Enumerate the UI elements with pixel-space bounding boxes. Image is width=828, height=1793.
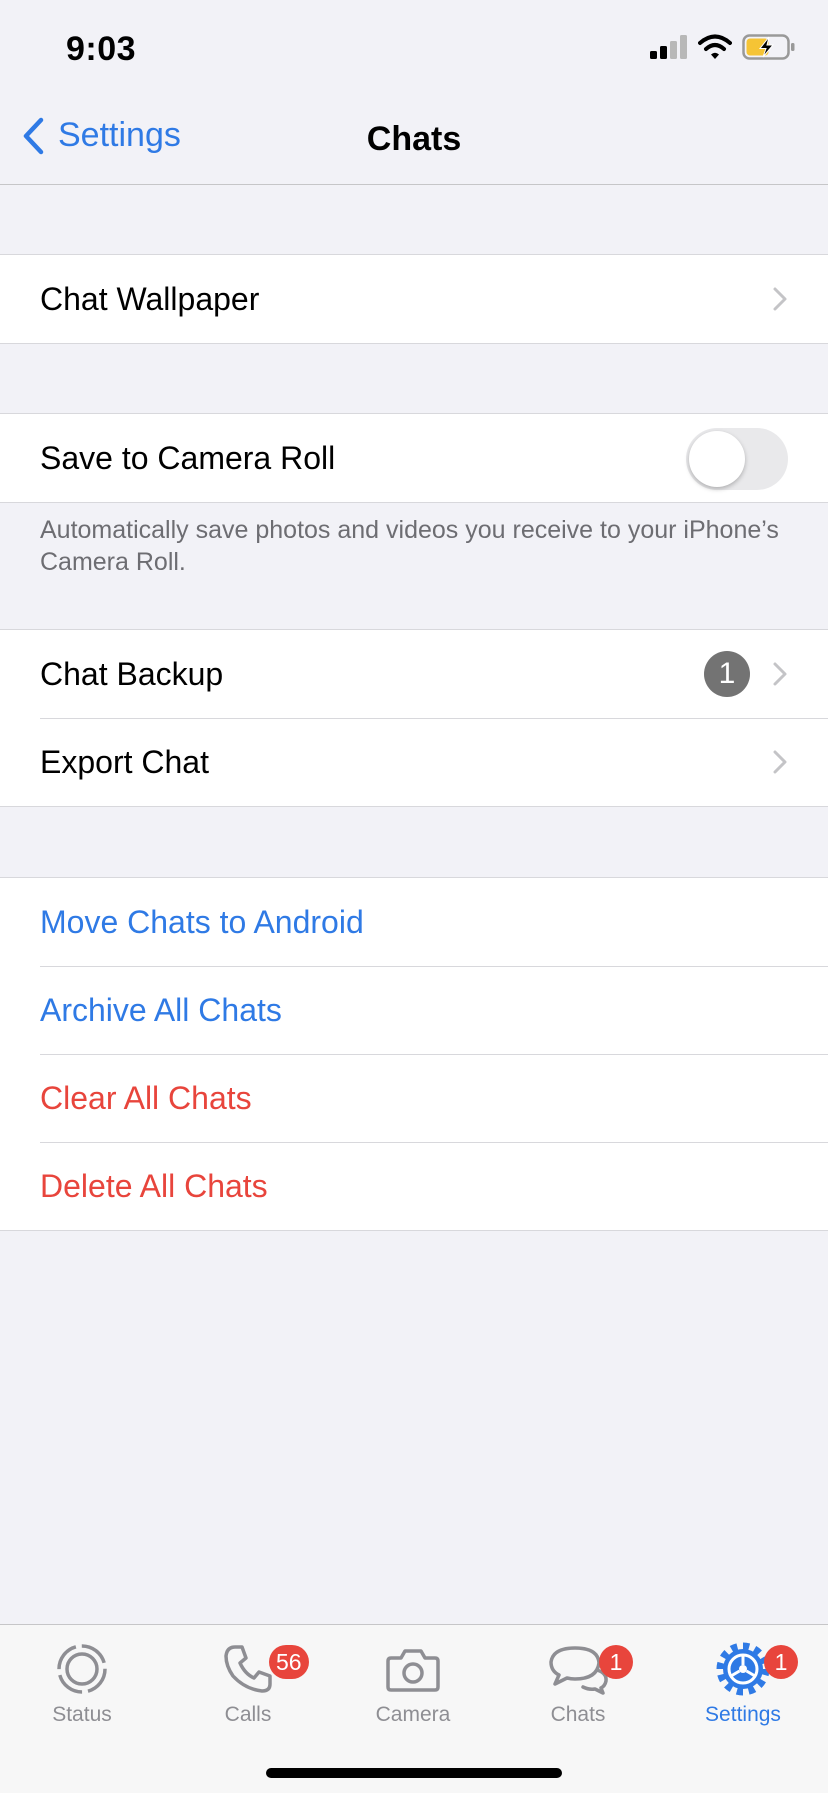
status-icons: [650, 34, 796, 60]
camera-roll-group: Save to Camera Roll: [0, 413, 828, 503]
camera-roll-footnote: Automatically save photos and videos you…: [40, 516, 779, 576]
tab-settings[interactable]: Settings 1: [678, 1639, 808, 1727]
signal-icon: [650, 35, 687, 59]
status-icon: [57, 1644, 107, 1694]
chat-wallpaper-row[interactable]: Chat Wallpaper: [0, 255, 828, 343]
save-to-camera-roll-row: Save to Camera Roll: [0, 414, 828, 502]
chevron-right-icon: [773, 750, 787, 774]
phone-icon: [224, 1645, 272, 1693]
move-chats-to-android-label: Move Chats to Android: [40, 903, 364, 940]
calls-badge: 56: [269, 1645, 309, 1679]
tab-chats-label: Chats: [550, 1703, 606, 1726]
chat-wallpaper-label: Chat Wallpaper: [40, 280, 260, 317]
page-title: Chats: [366, 120, 462, 158]
wallpaper-group: Chat Wallpaper: [0, 254, 828, 344]
export-chat-row[interactable]: Export Chat: [0, 718, 828, 806]
camera-icon: [386, 1649, 440, 1692]
chat-backup-label: Chat Backup: [40, 655, 224, 692]
backup-export-group: Chat Backup 1 Export Chat: [0, 629, 828, 807]
delete-all-chats-label: Delete All Chats: [40, 1167, 268, 1204]
save-to-camera-roll-label: Save to Camera Roll: [40, 439, 336, 476]
tab-calls-label: Calls: [224, 1703, 272, 1726]
export-chat-label: Export Chat: [40, 743, 209, 780]
archive-all-chats-label: Archive All Chats: [40, 991, 282, 1028]
move-chats-to-android-row[interactable]: Move Chats to Android: [0, 878, 828, 966]
settings-badge: 1: [764, 1645, 798, 1679]
home-indicator: [266, 1768, 562, 1778]
tab-camera[interactable]: Camera: [348, 1639, 478, 1727]
tab-calls[interactable]: Calls 56: [183, 1639, 313, 1727]
chevron-right-icon: [773, 662, 787, 686]
chats-badge: 1: [599, 1645, 633, 1679]
save-to-camera-roll-toggle[interactable]: [686, 428, 788, 490]
tab-camera-label: Camera: [375, 1703, 451, 1726]
clear-all-chats-row[interactable]: Clear All Chats: [0, 1054, 828, 1142]
status-bar: 9:03: [0, 0, 828, 96]
archive-all-chats-row[interactable]: Archive All Chats: [0, 966, 828, 1054]
chevron-right-icon: [773, 287, 787, 311]
battery-charging-icon: [742, 34, 795, 60]
tab-chats[interactable]: Chats 1: [513, 1639, 643, 1727]
tab-status-label: Status: [52, 1703, 112, 1726]
gear-icon: [716, 1642, 770, 1696]
status-time: 9:03: [66, 30, 137, 68]
tab-status[interactable]: Status: [17, 1639, 147, 1727]
tab-settings-label: Settings: [705, 1703, 781, 1726]
delete-all-chats-row[interactable]: Delete All Chats: [0, 1142, 828, 1230]
clear-all-chats-label: Clear All Chats: [40, 1079, 252, 1116]
navigation-bar: Settings Chats: [0, 96, 828, 185]
chat-backup-badge: 1: [704, 651, 750, 697]
actions-group: Move Chats to Android Archive All Chats …: [0, 877, 828, 1231]
toggle-knob: [689, 431, 745, 487]
wifi-icon: [698, 34, 732, 59]
chat-backup-row[interactable]: Chat Backup 1: [0, 630, 828, 718]
